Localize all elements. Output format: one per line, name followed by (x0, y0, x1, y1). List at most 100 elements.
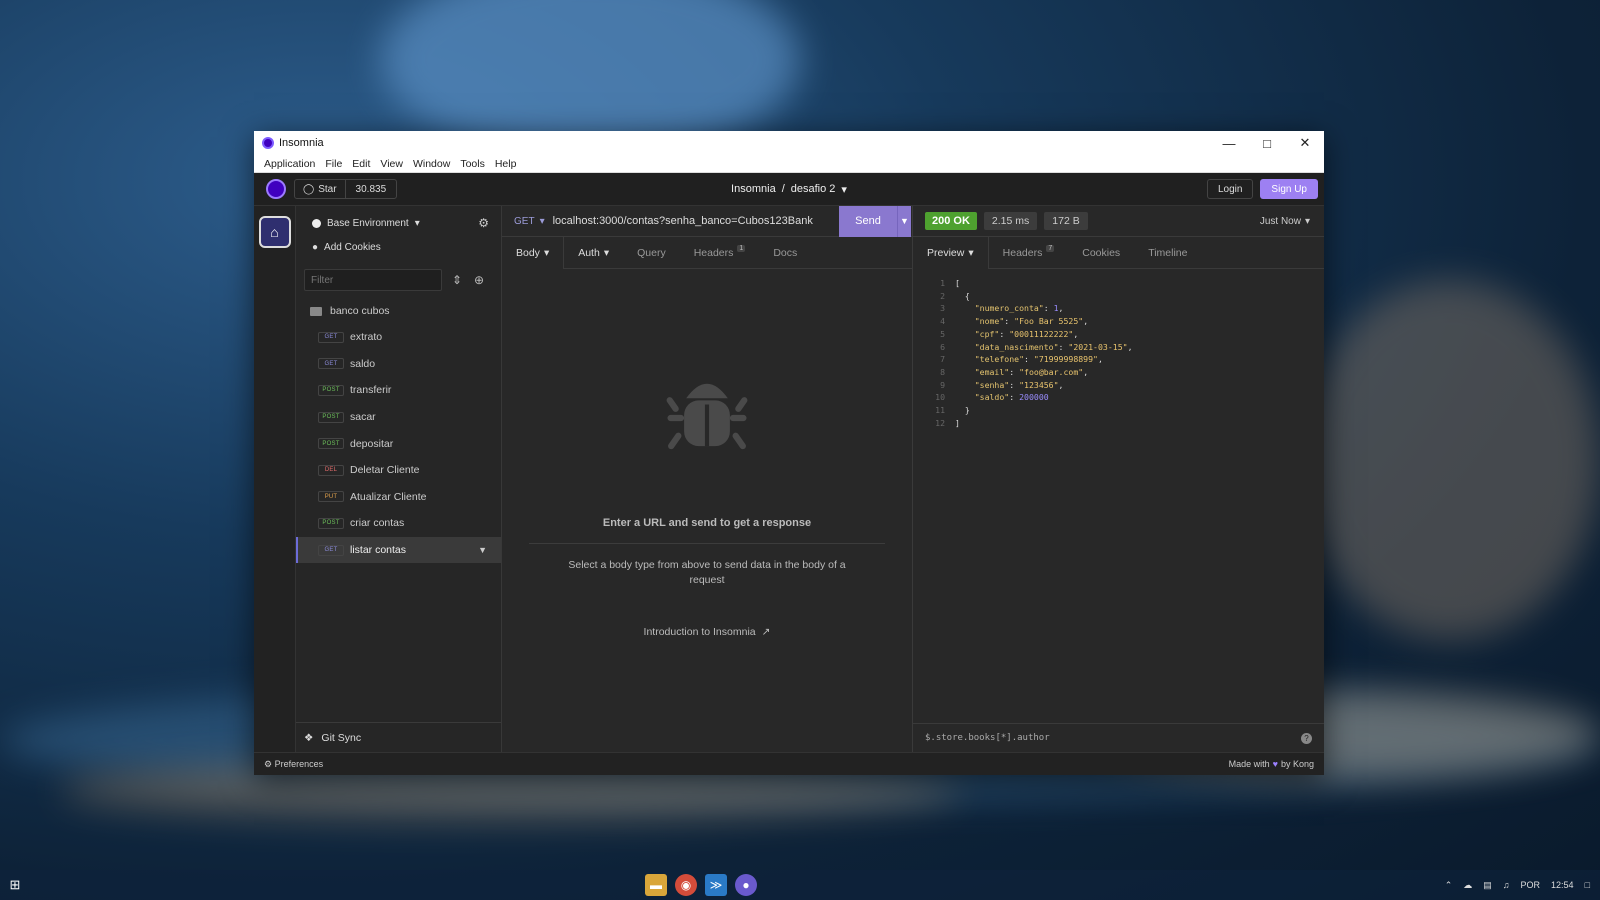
tab-query[interactable]: Query (623, 237, 680, 269)
request-name: depositar (350, 437, 394, 450)
send-button[interactable]: Send (839, 205, 897, 237)
help-icon[interactable]: ? (1301, 732, 1312, 744)
maximize-button[interactable]: □ (1248, 131, 1286, 155)
tab-headers[interactable]: Headers 1 (680, 237, 760, 269)
kong-link[interactable]: by Kong (1281, 759, 1314, 769)
sidebar-request-item[interactable]: POST sacar (296, 404, 501, 431)
chevron-down-icon: ▾ (1304, 215, 1310, 227)
sidebar-request-item[interactable]: GET listar contas ▼ (296, 536, 501, 564)
add-cookies-button[interactable]: ● Add Cookies (296, 236, 501, 258)
code-text: "cpf": "00011122222", (974, 328, 1079, 339)
chevron-up-icon[interactable]: ⌃ (1445, 880, 1453, 891)
menu-item-file[interactable]: File (320, 158, 347, 170)
menu-item-application[interactable]: Application (259, 158, 320, 170)
menu-item-tools[interactable]: Tools (455, 158, 490, 170)
file-explorer-icon[interactable]: ▬ (645, 874, 667, 896)
github-star-count[interactable]: 30.835 (346, 180, 397, 198)
login-button[interactable]: Login (1206, 179, 1254, 199)
insomnia-logo[interactable] (266, 179, 286, 199)
tab-cookies[interactable]: Cookies (1068, 237, 1134, 269)
breadcrumb-app[interactable]: Insomnia (731, 183, 776, 195)
tab-preview[interactable]: Preview ▾ (913, 236, 989, 269)
sidebar-request-item[interactable]: DEL Deletar Cliente (296, 457, 501, 484)
code-text: "email": "foo@bar.com", (974, 366, 1089, 377)
menu-item-help[interactable]: Help (490, 158, 522, 170)
window-titlebar: Insomnia — □ ✕ (254, 131, 1324, 155)
response-filter-input[interactable]: $.store.books[*].author (925, 733, 1050, 743)
chevron-down-icon[interactable]: ▼ (478, 545, 487, 555)
code-line: 6 "data_nascimento": "2021-03-15", (923, 341, 1324, 354)
volume-icon[interactable]: ♫ (1503, 880, 1510, 890)
environment-dot-icon (312, 218, 321, 228)
status-badge: 200 OK (925, 212, 977, 230)
language-indicator[interactable]: POR (1521, 880, 1541, 890)
method-selector[interactable]: GET ▾ (502, 216, 545, 227)
line-number: 11 (935, 405, 945, 416)
menu-item-window[interactable]: Window (408, 158, 455, 170)
menu-item-edit[interactable]: Edit (347, 158, 375, 170)
response-headers-count-badge: 7 (1046, 245, 1055, 252)
environment-selector[interactable]: Base Environment ▾ ⚙ (296, 210, 501, 236)
bug-icon (666, 383, 748, 450)
request-folder[interactable]: banco cubos (296, 298, 501, 324)
code-text: "telefone": "71999998899", (974, 354, 1103, 365)
git-sync-button[interactable]: ❖ Git Sync (296, 722, 501, 752)
url-input[interactable]: localhost:3000/contas?senha_banco=Cubos1… (545, 215, 839, 227)
preferences-button[interactable]: ⚙ Preferences (264, 759, 323, 770)
tab-body[interactable]: Body ▾ (502, 236, 565, 269)
tab-timeline[interactable]: Timeline (1134, 237, 1201, 269)
sidebar-request-item[interactable]: GET extrato (296, 324, 501, 351)
network-icon[interactable]: ▤ (1483, 880, 1492, 891)
empty-state: Enter a URL and send to get a response S… (502, 269, 912, 752)
response-history-selector[interactable]: Just Now ▾ (1260, 216, 1310, 227)
home-button[interactable]: ⌂ (258, 216, 291, 248)
top-bar: ◯ Star 30.835 Insomnia / desafio 2 ▾ Log… (254, 173, 1324, 206)
sidebar: Base Environment ▾ ⚙ ● Add Cookies ⇕ ⊕ b… (296, 206, 502, 752)
signup-button[interactable]: Sign Up (1260, 179, 1318, 199)
tab-response-headers[interactable]: Headers 7 (989, 237, 1069, 269)
sidebar-request-item[interactable]: POST depositar (296, 430, 501, 457)
chevron-down-icon[interactable]: ▾ (841, 183, 847, 196)
code-text: "numero_conta": 1, (974, 303, 1064, 314)
tab-docs[interactable]: Docs (759, 237, 811, 269)
menu-item-view[interactable]: View (375, 158, 408, 170)
method-badge: DEL (318, 464, 344, 476)
breadcrumb-project[interactable]: desafio 2 (791, 183, 836, 195)
sidebar-request-item[interactable]: POST transferir (296, 377, 501, 404)
cloud-icon[interactable]: ☁ (1463, 880, 1472, 891)
sidebar-request-item[interactable]: POST criar contas (296, 510, 501, 537)
notifications-icon[interactable]: □ (1585, 880, 1590, 890)
line-number: 6 (940, 341, 945, 352)
line-number: 10 (935, 392, 945, 403)
add-circle-icon[interactable]: ⊕ (472, 273, 486, 287)
method-badge: PUT (318, 491, 344, 503)
sort-icon[interactable]: ⇕ (450, 273, 464, 287)
github-star-button[interactable]: ◯ Star (295, 180, 346, 198)
code-line: 9 "senha": "123456", (923, 379, 1324, 392)
sidebar-request-item[interactable]: GET saldo (296, 351, 501, 378)
gear-icon: ⚙ (264, 758, 273, 769)
minimize-button[interactable]: — (1210, 131, 1248, 155)
code-text: "nome": "Foo Bar 5525", (974, 316, 1089, 327)
chevron-down-icon: ▾ (543, 246, 550, 259)
chrome-icon[interactable]: ◉ (675, 874, 697, 896)
line-number: 4 (940, 316, 945, 327)
gear-icon[interactable]: ⚙ (478, 216, 489, 230)
code-line: 7 "telefone": "71999998899", (923, 353, 1324, 366)
sidebar-request-item[interactable]: PUT Atualizar Cliente (296, 484, 501, 511)
breadcrumb: Insomnia / desafio 2 ▾ (731, 183, 847, 196)
vscode-icon[interactable]: ≫ (705, 874, 727, 896)
response-body-viewer[interactable]: 1[2 {3 "numero_conta": 1, 4 "nome": "Foo … (913, 269, 1324, 723)
add-cookies-label: Add Cookies (324, 241, 381, 253)
chevron-down-icon: ▾ (414, 217, 420, 229)
close-button[interactable]: ✕ (1286, 131, 1324, 155)
insomnia-taskbar-icon[interactable]: ● (735, 874, 757, 896)
method-badge: POST (318, 517, 344, 529)
left-rail: ⌂ (254, 206, 296, 752)
introduction-link[interactable]: Introduction to Insomnia ↗ (644, 626, 771, 638)
windows-start-icon[interactable]: ⊞ (0, 870, 30, 900)
tab-auth[interactable]: Auth ▾ (564, 237, 623, 269)
clock[interactable]: 12:54 (1551, 880, 1574, 890)
sidebar-filter-input[interactable] (304, 269, 442, 291)
send-options-chevron-icon[interactable]: ▼ (897, 205, 911, 237)
